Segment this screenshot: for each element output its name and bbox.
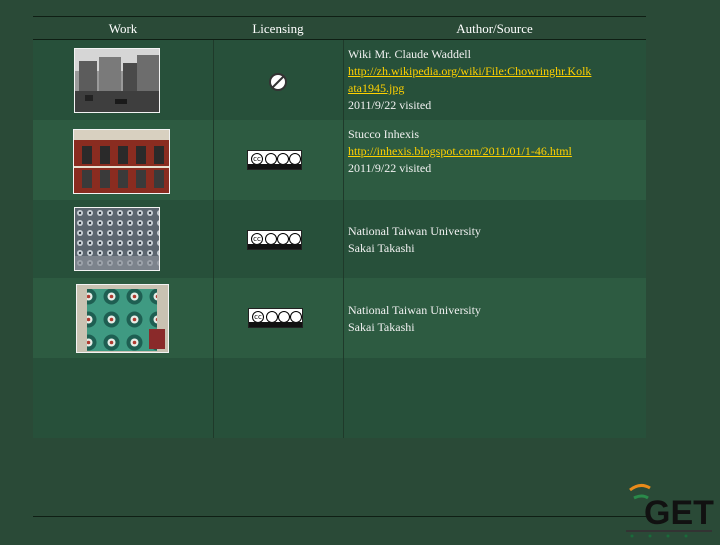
work-cell <box>33 120 214 200</box>
author-text: Stucco Inhexis http://inhexis.blogspot.c… <box>348 126 640 177</box>
license-cell <box>213 358 344 438</box>
visited-date: 2011/9/22 visited <box>348 98 432 112</box>
author-cell <box>343 358 646 438</box>
cc-by-nc-sa-icon: cc <box>247 230 302 250</box>
table-row: cc Stucco Inhexis http://inhexis.blogspo… <box>33 120 646 200</box>
table-bottom-rule <box>33 516 646 517</box>
table-row: Wiki Mr. Claude Waddell http://zh.wikipe… <box>33 40 646 120</box>
source-link[interactable]: http://inhexis.blogspot.com/2011/01/1-46… <box>348 143 640 160</box>
work-cell <box>33 278 214 358</box>
author-name: Sakai Takashi <box>348 241 415 255</box>
license-cell: cc <box>213 120 344 200</box>
cc-by-nc-sa-icon: cc <box>248 308 303 328</box>
table-row <box>33 358 646 438</box>
license-cell: cc <box>213 278 344 358</box>
author-line: National Taiwan University <box>348 224 481 238</box>
get-logo-icon: GET <box>622 468 718 540</box>
author-line: Wiki Mr. Claude Waddell <box>348 47 471 61</box>
visited-date: 2011/9/22 visited <box>348 161 432 175</box>
author-text: Wiki Mr. Claude Waddell http://zh.wikipe… <box>348 46 640 114</box>
tile-wall-thumbnail <box>76 284 169 353</box>
cc-by-nc-nd-icon: cc <box>247 150 302 170</box>
work-cell <box>33 200 214 278</box>
header-work: Work <box>108 21 138 36</box>
header-licensing: Licensing <box>252 21 304 36</box>
license-cell: cc <box>213 200 344 278</box>
author-cell: National Taiwan University Sakai Takashi <box>343 200 646 278</box>
author-line: National Taiwan University <box>348 303 481 317</box>
work-cell <box>33 40 214 120</box>
author-cell: National Taiwan University Sakai Takashi <box>343 278 646 358</box>
author-name: Sakai Takashi <box>348 320 415 334</box>
author-text: National Taiwan University Sakai Takashi <box>348 223 640 257</box>
author-cell: Stucco Inhexis http://inhexis.blogspot.c… <box>343 120 646 200</box>
tile-pattern-thumbnail <box>74 207 160 271</box>
street-photo-thumbnail <box>74 48 160 113</box>
work-cell <box>33 358 214 438</box>
public-domain-icon <box>269 73 287 91</box>
logo-text: GET <box>644 494 714 532</box>
license-cell <box>213 40 344 120</box>
author-line: Stucco Inhexis <box>348 127 419 141</box>
building-facade-thumbnail <box>73 129 170 194</box>
author-cell: Wiki Mr. Claude Waddell http://zh.wikipe… <box>343 40 646 120</box>
table-top-rule <box>33 16 646 17</box>
source-link[interactable]: http://zh.wikipedia.org/wiki/File:Chowri… <box>348 63 640 97</box>
table-row: cc National Taiwan University Sakai Taka… <box>33 200 646 278</box>
table-row: cc National Taiwan University Sakai Taka… <box>33 278 646 358</box>
header-author-source: Author/Source <box>456 21 533 36</box>
author-text: National Taiwan University Sakai Takashi <box>348 302 640 336</box>
